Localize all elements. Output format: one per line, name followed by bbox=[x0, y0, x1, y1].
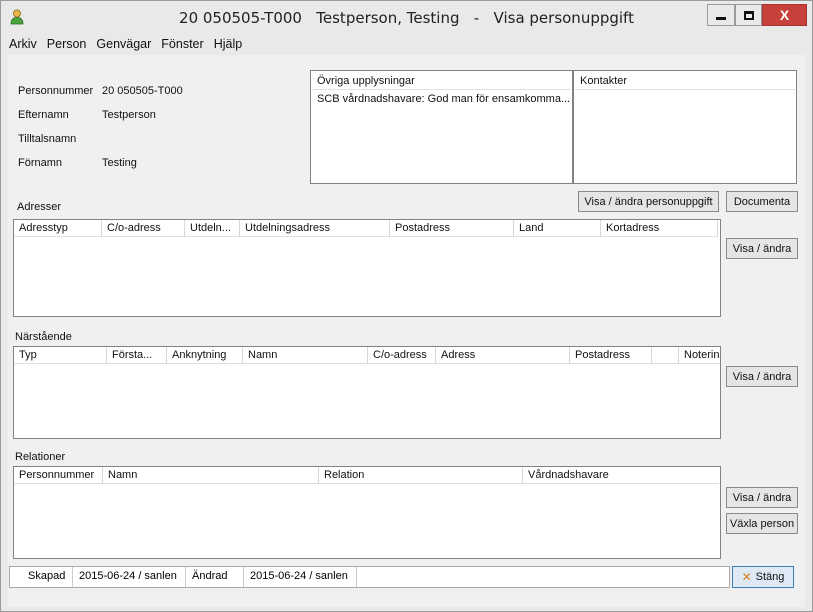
close-window-button[interactable]: X bbox=[762, 4, 807, 26]
kontakter-header: Kontakter bbox=[580, 75, 628, 87]
menu-person[interactable]: Person bbox=[47, 37, 87, 53]
column-header[interactable]: Land bbox=[514, 220, 601, 237]
relationer-header-row: Personnummer Namn Relation Vårdnadshavar… bbox=[14, 467, 719, 484]
column-header[interactable]: Adress bbox=[436, 347, 570, 364]
menu-genvagar[interactable]: Genvägar bbox=[96, 37, 151, 53]
column-header[interactable]: Utdelningsadress bbox=[240, 220, 390, 237]
column-header[interactable]: Första... bbox=[107, 347, 167, 364]
column-header[interactable]: Noterin bbox=[679, 347, 720, 364]
column-header[interactable]: Personnummer bbox=[14, 467, 103, 484]
menu-arkiv[interactable]: Arkiv bbox=[9, 37, 37, 53]
column-header[interactable]: Namn bbox=[103, 467, 319, 484]
maximize-icon bbox=[743, 10, 754, 20]
column-header[interactable]: Kortadress bbox=[601, 220, 718, 237]
relationer-title: Relationer bbox=[15, 451, 66, 463]
column-header[interactable]: Namn bbox=[243, 347, 368, 364]
menu-fonster[interactable]: Fönster bbox=[161, 37, 203, 53]
column-header[interactable]: Vårdnadshavare bbox=[523, 467, 719, 484]
efternamn-value: Testperson bbox=[102, 109, 156, 121]
personnummer-value: 20 050505-T000 bbox=[102, 85, 183, 97]
narstaende-table[interactable]: Typ Första... Anknytning Namn C/o-adress… bbox=[13, 346, 721, 439]
visa-andra-personuppgift-button[interactable]: Visa / ändra personuppgift bbox=[578, 191, 719, 212]
documenta-button[interactable]: Documenta bbox=[726, 191, 798, 212]
menu-bar: Arkiv Person Genvägar Fönster Hjälp bbox=[9, 37, 252, 53]
column-header[interactable]: C/o-adress bbox=[368, 347, 436, 364]
ovriga-header: Övriga upplysningar bbox=[317, 75, 415, 87]
andrad-label: Ändrad bbox=[186, 567, 244, 587]
visa-andra-adresser-button[interactable]: Visa / ändra bbox=[726, 238, 798, 259]
column-header[interactable]: Adresstyp bbox=[14, 220, 102, 237]
close-x-icon: ✕ bbox=[741, 570, 752, 584]
list-item[interactable]: SCB vårdnadshavare: God man för ensamkom… bbox=[317, 93, 570, 105]
tilltalsnamn-label: Tilltalsnamn bbox=[18, 133, 77, 145]
column-header[interactable]: Utdeln... bbox=[185, 220, 240, 237]
column-header[interactable]: Anknytning bbox=[167, 347, 243, 364]
adresser-title: Adresser bbox=[17, 201, 62, 213]
title-bar: 20 050505-T000 Testperson, Testing - Vis… bbox=[1, 1, 812, 33]
skapad-value: 2015-06-24 / sanlen bbox=[73, 567, 186, 587]
window-title: 20 050505-T000 Testperson, Testing - Vis… bbox=[179, 9, 634, 27]
close-icon: X bbox=[779, 7, 790, 23]
maximize-button[interactable] bbox=[735, 4, 762, 26]
column-header[interactable]: C/o-adress bbox=[102, 220, 185, 237]
andrad-value: 2015-06-24 / sanlen bbox=[244, 567, 357, 587]
narstaende-header-row: Typ Första... Anknytning Namn C/o-adress… bbox=[14, 347, 720, 364]
stang-label: Stäng bbox=[755, 571, 785, 583]
column-header[interactable]: Typ bbox=[14, 347, 107, 364]
stang-button[interactable]: ✕ Stäng bbox=[732, 566, 794, 588]
ovriga-upplysningar-list[interactable]: Övriga upplysningar SCB vårdnadshavare: … bbox=[310, 70, 573, 184]
narstaende-title: Närstående bbox=[15, 331, 72, 343]
menu-hjalp[interactable]: Hjälp bbox=[214, 37, 243, 53]
fornamn-label: Förnamn bbox=[18, 157, 63, 169]
personnummer-label: Personnummer bbox=[18, 85, 94, 97]
skapad-label: Skapad bbox=[10, 567, 73, 587]
kontakter-list[interactable]: Kontakter bbox=[573, 70, 797, 184]
column-header[interactable]: Postadress bbox=[570, 347, 652, 364]
vaxla-person-button[interactable]: Växla person bbox=[726, 513, 798, 534]
visa-andra-narstaende-button[interactable]: Visa / ändra bbox=[726, 366, 798, 387]
column-header[interactable] bbox=[652, 347, 679, 364]
column-header[interactable]: Relation bbox=[319, 467, 523, 484]
adresser-table[interactable]: Adresstyp C/o-adress Utdeln... Utdelning… bbox=[13, 219, 721, 317]
visa-andra-relationer-button[interactable]: Visa / ändra bbox=[726, 487, 798, 508]
status-bar: Skapad 2015-06-24 / sanlen Ändrad 2015-0… bbox=[9, 566, 730, 588]
adresser-header-row: Adresstyp C/o-adress Utdeln... Utdelning… bbox=[14, 220, 718, 237]
efternamn-label: Efternamn bbox=[18, 109, 69, 121]
relationer-table[interactable]: Personnummer Namn Relation Vårdnadshavar… bbox=[13, 466, 721, 559]
minimize-button[interactable] bbox=[707, 4, 735, 26]
minimize-icon bbox=[716, 16, 726, 20]
fornamn-value: Testing bbox=[102, 157, 137, 169]
column-header[interactable]: Postadress bbox=[390, 220, 514, 237]
